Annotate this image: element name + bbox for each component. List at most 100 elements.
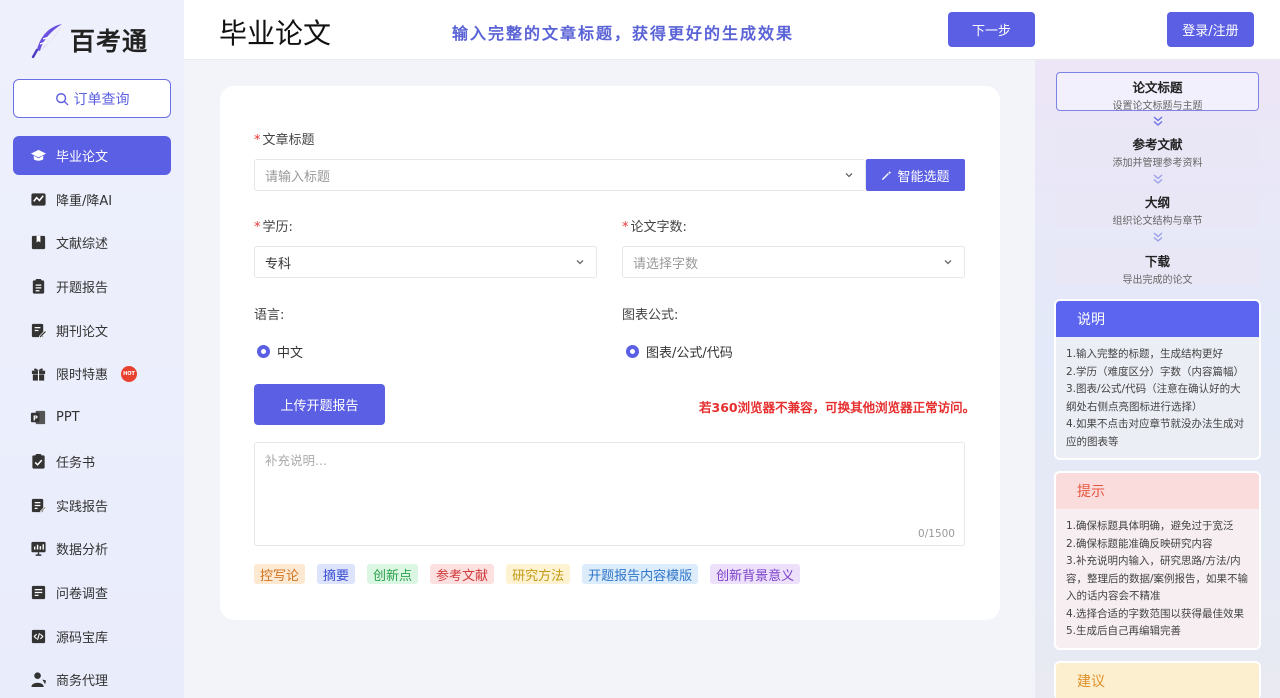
title-input[interactable]: 请输入标题 bbox=[254, 159, 866, 191]
tag-abstract[interactable]: 摘要 bbox=[317, 564, 356, 584]
order-query-button[interactable]: 订单查询 bbox=[13, 79, 171, 118]
tag-control-writing[interactable]: 控写论 bbox=[254, 564, 306, 584]
step-outline[interactable]: 大纲 组织论文结构与章节 bbox=[1056, 188, 1259, 227]
language-option-label: 中文 bbox=[277, 346, 304, 361]
tips-line: 4.选择合适的字数范围以获得最佳效果 bbox=[1066, 607, 1245, 620]
tag-innovation[interactable]: 创新点 bbox=[367, 564, 419, 584]
step-references[interactable]: 参考文献 添加并管理参考资料 bbox=[1056, 130, 1259, 169]
order-query-label: 订单查询 bbox=[73, 91, 130, 108]
login-register-button[interactable]: 登录/注册 bbox=[1167, 12, 1254, 47]
tag-proposal-template[interactable]: 开题报告内容模版 bbox=[582, 564, 699, 584]
tips-panel: 提示 1.确保标题具体明确，避免过于宽泛 2.确保标题能准确反映研究内容 3.补… bbox=[1056, 473, 1259, 648]
sidebar-item-limited-offer[interactable]: 限时特惠 HOT bbox=[13, 354, 171, 393]
tag-research-method[interactable]: 研究方法 bbox=[506, 564, 571, 584]
explanation-panel: 说明 1.输入完整的标题，生成结构更好 2.学历（难度区分）字数（内容篇幅） 3… bbox=[1056, 301, 1259, 458]
chevron-down-icon bbox=[944, 260, 952, 265]
degree-select[interactable]: 专科 bbox=[254, 246, 597, 278]
explanation-line: 3.图表/公式/代码（注意在确认好的大纲处右侧点亮图标进行选择） bbox=[1066, 383, 1241, 413]
supplement-placeholder: 补充说明... bbox=[265, 453, 327, 468]
chart-formula-radio[interactable]: 图表/公式/代码 bbox=[626, 342, 733, 361]
sidebar-item-graduation-thesis[interactable]: 毕业论文 bbox=[13, 136, 171, 175]
sidebar-item-label: 商务代理 bbox=[56, 674, 109, 690]
step-download[interactable]: 下载 导出完成的论文 bbox=[1056, 247, 1259, 286]
sidebar-item-ppt[interactable]: P PPT bbox=[13, 398, 171, 437]
tag-references[interactable]: 参考文献 bbox=[430, 564, 495, 584]
brand-name: 百考通 bbox=[70, 27, 149, 56]
sidebar-item-data-analysis[interactable]: 数据分析 bbox=[13, 529, 171, 568]
sidebar-item-label: PPT bbox=[56, 410, 80, 426]
header-bar: 毕业论文 输入完整的文章标题，获得更好的生成效果 下一步 登录/注册 bbox=[184, 0, 1280, 60]
suggestion-title: 建议 bbox=[1056, 663, 1259, 698]
step-title: 参考文献 bbox=[1132, 137, 1183, 152]
sidebar-item-plagiarism-reduction[interactable]: 降重/降AI bbox=[13, 180, 171, 219]
double-chevron-down-icon bbox=[1153, 174, 1163, 184]
next-step-button[interactable]: 下一步 bbox=[948, 12, 1035, 47]
step-title: 论文标题 bbox=[1132, 80, 1183, 95]
chart-formula-label: 图表公式: bbox=[622, 308, 679, 323]
chevron-down-icon bbox=[576, 260, 584, 265]
report-edit-icon bbox=[29, 496, 47, 514]
required-mark: * bbox=[254, 220, 261, 235]
radio-selected-dot bbox=[257, 345, 270, 358]
sidebar-item-literature-review[interactable]: 文献综述 bbox=[13, 223, 171, 262]
svg-text:P: P bbox=[33, 414, 38, 422]
bar-chart-icon bbox=[29, 540, 47, 558]
supplement-textarea[interactable]: 补充说明... 0/1500 bbox=[254, 442, 965, 546]
survey-icon bbox=[29, 583, 47, 601]
thesis-form-card: * 文章标题 请输入标题 智能选题 * 学历: 专科 * 论文字数: 请选择字数 语言… bbox=[220, 86, 1000, 620]
radio-selected-dot bbox=[626, 345, 639, 358]
sidebar-item-label: 毕业论文 bbox=[56, 150, 109, 165]
graduation-cap-icon bbox=[29, 147, 47, 165]
chevron-down-icon bbox=[845, 173, 853, 178]
right-panel: 论文标题 设置论文标题与主题 参考文献 添加并管理参考资料 大纲 组织论文结构与… bbox=[1035, 60, 1280, 698]
gift-icon bbox=[29, 365, 47, 383]
user-tie-icon bbox=[29, 671, 47, 689]
sidebar-nav: 毕业论文 降重/降AI 文献综述 开题报告 期刊论文 限时特惠 HOT P PP… bbox=[13, 136, 171, 698]
sidebar-item-label: 降重/降AI bbox=[56, 193, 113, 209]
sidebar-item-label: 开题报告 bbox=[56, 281, 109, 297]
explanation-title: 说明 bbox=[1056, 301, 1259, 337]
book-icon bbox=[29, 234, 47, 252]
chart-option-label: 图表/公式/代码 bbox=[646, 346, 733, 361]
sidebar-item-label: 实践报告 bbox=[56, 499, 109, 515]
step-thesis-title[interactable]: 论文标题 设置论文标题与主题 bbox=[1056, 72, 1259, 112]
step-desc: 组织论文结构与章节 bbox=[1112, 216, 1203, 227]
magic-wand-icon bbox=[882, 170, 893, 180]
page-title: 毕业论文 bbox=[219, 17, 332, 50]
step-desc: 导出完成的论文 bbox=[1122, 275, 1193, 286]
step-title: 下载 bbox=[1144, 254, 1170, 269]
smart-topic-label: 智能选题 bbox=[897, 169, 950, 185]
explanation-line: 2.学历（难度区分）字数（内容篇幅） bbox=[1066, 365, 1245, 378]
step-desc: 添加并管理参考资料 bbox=[1112, 158, 1203, 169]
smart-topic-button[interactable]: 智能选题 bbox=[866, 159, 965, 191]
tips-line: 3.补充说明内输入，研究思路/方法/内容，整理后的数据/案例报告，如果不输入的话… bbox=[1066, 555, 1249, 602]
sidebar-item-business-agent[interactable]: 商务代理 bbox=[13, 660, 171, 698]
tips-line: 5.生成后自己再编辑完善 bbox=[1066, 625, 1182, 637]
explanation-line: 4.如果不点击对应章节就没办法生成对应的图表等 bbox=[1066, 418, 1245, 448]
step-title: 大纲 bbox=[1144, 195, 1170, 210]
sidebar-item-label: 数据分析 bbox=[56, 543, 109, 559]
step-desc: 设置论文标题与主题 bbox=[1112, 101, 1203, 112]
degree-label: * 学历: bbox=[254, 220, 293, 235]
tips-body: 1.确保标题具体明确，避免过于宽泛 2.确保标题能准确反映研究内容 3.补充说明… bbox=[1056, 509, 1259, 648]
double-chevron-down-icon bbox=[1153, 116, 1163, 126]
suggestion-panel: 建议 bbox=[1056, 663, 1259, 698]
sidebar-item-label: 期刊论文 bbox=[56, 324, 109, 340]
wordcount-select[interactable]: 请选择字数 bbox=[622, 246, 965, 278]
language-radio-chinese[interactable]: 中文 bbox=[257, 342, 303, 361]
sidebar-item-proposal-report[interactable]: 开题报告 bbox=[13, 267, 171, 306]
explanation-body: 1.输入完整的标题，生成结构更好 2.学历（难度区分）字数（内容篇幅） 3.图表… bbox=[1056, 337, 1259, 458]
sidebar-item-practice-report[interactable]: 实践报告 bbox=[13, 486, 171, 525]
sidebar-item-questionnaire[interactable]: 问卷调查 bbox=[13, 573, 171, 612]
sidebar-item-source-code[interactable]: 源码宝库 bbox=[13, 617, 171, 656]
wordcount-label: * 论文字数: bbox=[622, 220, 687, 235]
sidebar-item-task-book[interactable]: 任务书 bbox=[13, 442, 171, 481]
tips-line: 1.确保标题具体明确，避免过于宽泛 bbox=[1066, 520, 1234, 532]
sidebar-item-journal-paper[interactable]: 期刊论文 bbox=[13, 311, 171, 350]
title-label: * 文章标题 bbox=[254, 133, 315, 148]
upload-proposal-button[interactable]: 上传开题报告 bbox=[254, 384, 385, 425]
tag-background-significance[interactable]: 创新背景意义 bbox=[710, 564, 801, 584]
sidebar-item-label: 源码宝库 bbox=[56, 630, 109, 646]
logo[interactable]: 百考通 bbox=[28, 18, 148, 62]
required-mark: * bbox=[622, 220, 629, 235]
